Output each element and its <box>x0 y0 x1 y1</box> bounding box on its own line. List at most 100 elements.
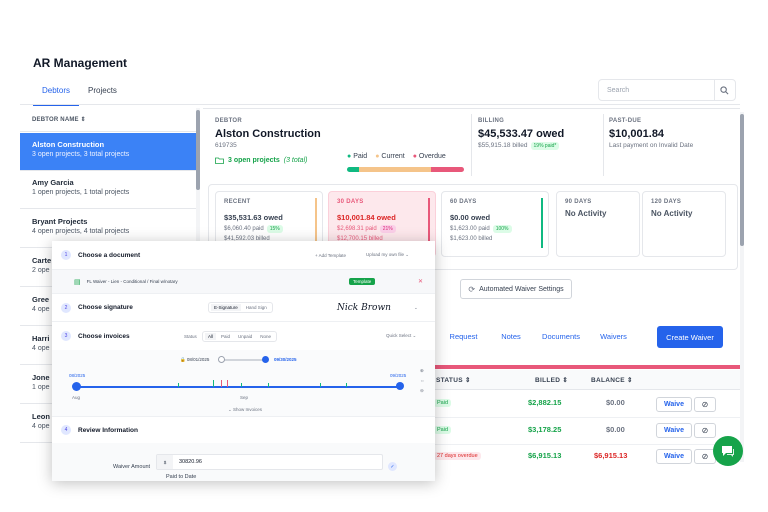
waive-button[interactable]: Waive <box>656 397 692 412</box>
date-range-handle-end[interactable] <box>262 356 269 363</box>
step-choose-signature[interactable]: 2 Choose signature E-Signature Hand Sign… <box>52 294 435 322</box>
sort-icon: ⇕ <box>627 377 633 384</box>
billing-billed-text: $55,915.18 billed <box>478 142 528 149</box>
debtor-item-name: Alston Construction <box>32 140 105 149</box>
documents-link[interactable]: Documents <box>531 332 591 341</box>
create-waiver-button[interactable]: Create Waiver <box>657 326 723 348</box>
page-title: AR Management <box>33 56 128 70</box>
aging-card-paid-text: $1,623.00 paid <box>450 226 490 232</box>
row-billed: $6,915.13 <box>528 451 562 460</box>
debtor-item[interactable]: Alston Construction 3 open projects, 3 to… <box>20 133 196 171</box>
timeline-invoice-mark[interactable] <box>268 383 269 387</box>
timeline-invoice-mark[interactable] <box>227 380 228 387</box>
search-icon[interactable] <box>720 85 729 95</box>
bar-segment-paid <box>347 167 359 172</box>
remove-document-icon[interactable]: ✕ <box>418 278 423 285</box>
aging-card-accent <box>541 198 543 248</box>
timeline-start-handle[interactable] <box>72 382 81 391</box>
waive-button[interactable]: Waive <box>656 423 692 438</box>
currency-symbol: $ <box>157 455 173 469</box>
zoom-in-icon[interactable]: ⊕ <box>420 368 424 374</box>
panel-scrollbar-thumb[interactable] <box>740 114 744 246</box>
upload-file-label: Upload my own file <box>366 252 405 257</box>
step-choose-invoices[interactable]: 3 Choose invoices Status All Paid Unpaid… <box>52 322 435 350</box>
debtor-list-header[interactable]: DEBTOR NAME ⇕ <box>20 108 196 132</box>
filter-unpaid[interactable]: Unpaid <box>235 333 255 340</box>
request-link[interactable]: Request <box>436 332 491 341</box>
waive-button[interactable]: Waive <box>656 449 692 464</box>
timeline-invoice-mark[interactable] <box>320 383 321 387</box>
date-range-handle-start[interactable] <box>218 356 225 363</box>
timeline-invoice-mark[interactable] <box>221 380 222 387</box>
past-due-note: Last payment on Invalid Date <box>609 142 694 149</box>
debtor-item-name: Bryant Projects <box>32 217 88 226</box>
row-balance: $0.00 <box>606 425 625 434</box>
balance-column-header[interactable]: BALANCE ⇕ <box>591 376 633 384</box>
record-action-links: Request Notes Documents Waivers <box>436 332 636 341</box>
quick-select-dropdown[interactable]: Quick Select ⌄ <box>386 333 416 339</box>
waiver-amount-field[interactable]: $ 30820.96 <box>156 454 383 470</box>
signature-preview: Nick Brown <box>337 302 391 313</box>
filter-none[interactable]: None <box>257 333 274 340</box>
hand-sign-option[interactable]: Hand Sign <box>243 304 270 311</box>
aging-card-120-days[interactable]: 120 DAYS No Activity <box>642 191 726 257</box>
timeline-invoice-mark[interactable] <box>346 383 347 387</box>
timeline-month-aug: Aug <box>72 395 81 400</box>
status-legend: ● Paid ● Current ● Overdue <box>347 153 446 160</box>
date-from[interactable]: 🔒 08/01/2025 <box>180 357 209 363</box>
aging-card-60-days[interactable]: 60 DAYS $0.00 owed $1,623.00 paid 100% $1… <box>441 191 549 257</box>
step-number: 4 <box>61 425 71 435</box>
aging-card-paid: $1,623.00 paid 100% <box>450 225 540 233</box>
timeline-invoice-mark[interactable] <box>213 380 214 387</box>
aging-card-paid: $2,698.31 paid 21% <box>337 225 427 233</box>
aging-card-90-days[interactable]: 90 DAYS No Activity <box>556 191 640 257</box>
show-invoices-toggle[interactable]: ⌄ Show Invoices <box>228 407 262 413</box>
date-range-slider[interactable] <box>220 359 268 361</box>
debtor-item[interactable]: Amy Garcia 1 open projects, 1 total proje… <box>20 171 196 209</box>
upload-file-link[interactable]: Upload my own file ⌄ <box>366 252 409 258</box>
legend-paid: ● Paid <box>347 153 368 160</box>
chat-button[interactable] <box>713 436 743 466</box>
waivers-link[interactable]: Waivers <box>591 332 636 341</box>
e-signature-option[interactable]: E-Signature <box>211 304 241 311</box>
chevron-down-icon[interactable]: ⌄ <box>414 305 418 311</box>
billed-column-label: BILLED <box>535 377 561 384</box>
aging-card-owed: $35,531.63 owed <box>224 213 283 222</box>
status-column-header[interactable]: STATUS ⇕ <box>436 376 471 384</box>
filter-all[interactable]: All <box>205 332 217 340</box>
billed-column-header[interactable]: BILLED ⇕ <box>535 376 568 384</box>
step-choose-document[interactable]: 1 Choose a document + Add Template Uploa… <box>52 241 435 270</box>
timeline-invoice-mark[interactable] <box>178 383 179 387</box>
sort-icon[interactable]: ⇕ <box>81 117 86 123</box>
tab-debtors[interactable]: Debtors <box>33 84 80 106</box>
row-billed: $3,178.25 <box>528 425 562 434</box>
list-scrollbar-thumb[interactable] <box>196 110 200 190</box>
aging-paid-badge: 15% <box>266 225 283 233</box>
signature-type-toggle: E-Signature Hand Sign <box>208 302 273 313</box>
timeline-end-label: 09/2025 <box>390 373 407 378</box>
notes-link[interactable]: Notes <box>491 332 531 341</box>
legend-overdue: ● Overdue <box>412 153 446 160</box>
confirm-check-icon[interactable]: ✓ <box>388 462 397 471</box>
aging-card-paid-text: $6,060.40 paid <box>224 226 264 232</box>
tab-projects[interactable]: Projects <box>79 84 126 106</box>
hide-button[interactable]: ⊘ <box>694 423 716 438</box>
add-template-link[interactable]: + Add Template <box>315 253 346 258</box>
overdue-strip <box>435 365 740 369</box>
billing-owed: $45,533.47 owed <box>478 128 565 140</box>
search-input[interactable]: Search <box>598 79 736 101</box>
step-review-information[interactable]: 4 Review Information <box>52 417 435 443</box>
filter-paid[interactable]: Paid <box>218 333 233 340</box>
selected-document[interactable]: ▤ FL Waiver - Lien - Conditional / Final… <box>52 270 435 294</box>
date-to-value[interactable]: 09/30/2025 <box>274 357 297 362</box>
debtor-id: 619735 <box>215 142 237 149</box>
automated-waiver-settings-button[interactable]: ⟳ Automated Waiver Settings <box>460 279 572 299</box>
zoom-out-icon[interactable]: ⊖ <box>420 388 424 394</box>
sort-icon: ⇕ <box>562 377 569 384</box>
timeline-end-handle[interactable] <box>396 382 404 390</box>
hide-button[interactable]: ⊘ <box>694 397 716 412</box>
timeline-invoice-mark[interactable] <box>241 383 242 387</box>
fit-icon[interactable]: ⇔ <box>420 378 425 383</box>
aging-card-owed: $0.00 owed <box>450 213 491 222</box>
open-projects-link[interactable]: 3 open projects (3 total) <box>215 157 307 164</box>
